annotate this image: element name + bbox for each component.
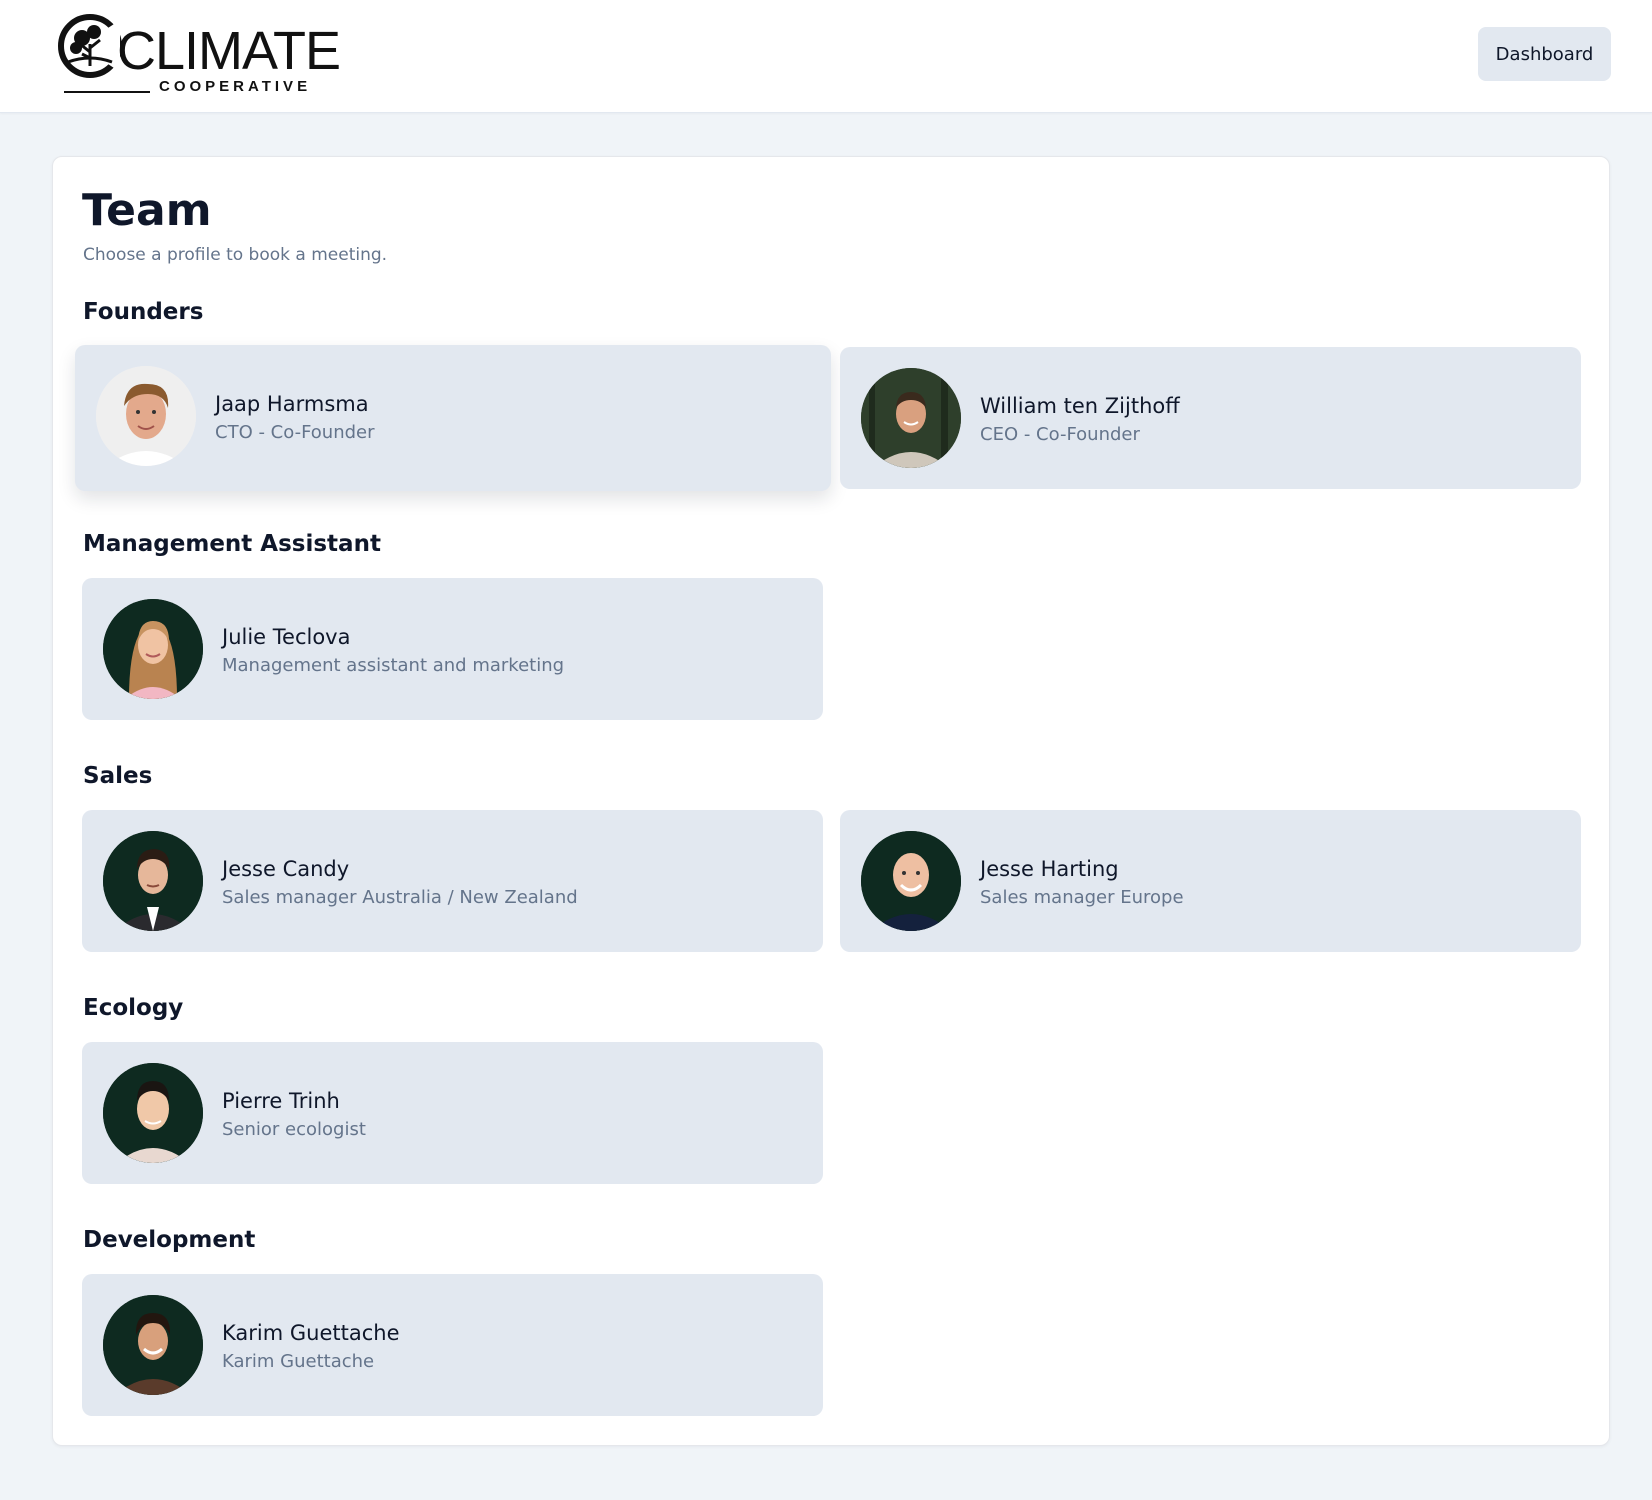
portrait-man-smiling-icon [103, 1063, 203, 1163]
portrait-woman-icon [103, 599, 203, 699]
portrait-man-forest-icon [861, 368, 961, 468]
profile-name: Karim Guettache [222, 1321, 400, 1345]
team-card: Team Choose a profile to book a meeting.… [52, 156, 1610, 1446]
profile-role: Sales manager Europe [980, 887, 1184, 908]
avatar [103, 831, 203, 931]
profile-name: William ten Zijthoff [980, 394, 1180, 418]
avatar [861, 368, 961, 468]
avatar [103, 1295, 203, 1395]
section-title-development: Development [83, 1227, 256, 1253]
profile-card-julie-teclova[interactable]: Julie Teclova Management assistant and m… [82, 578, 823, 720]
profile-role: Senior ecologist [222, 1119, 366, 1140]
logo-subtitle: COOPERATIVE [159, 78, 312, 95]
profile-name: Pierre Trinh [222, 1089, 340, 1113]
profile-card-william-ten-zijthoff[interactable]: William ten Zijthoff CEO - Co-Founder [840, 347, 1581, 489]
dashboard-button[interactable]: Dashboard [1478, 27, 1611, 81]
portrait-man-suit-icon [103, 831, 203, 931]
avatar [96, 366, 196, 466]
profile-card-jaap-harmsma[interactable]: Jaap Harmsma CTO - Co-Founder [75, 345, 831, 491]
section-title-management-assistant: Management Assistant [83, 531, 381, 557]
portrait-man-blond-icon [96, 366, 196, 466]
profile-role: Management assistant and marketing [222, 655, 565, 676]
profile-name: Jaap Harmsma [215, 392, 369, 416]
section-title-ecology: Ecology [83, 995, 184, 1021]
avatar [861, 831, 961, 931]
profile-name: Jesse Candy [222, 857, 350, 881]
page-subtitle: Choose a profile to book a meeting. [83, 245, 388, 265]
portrait-man-bald-icon [861, 831, 961, 931]
logo-wordmark: CLIMATE [117, 21, 341, 81]
tree-circle-logo-icon [58, 14, 122, 78]
climate-cooperative-logo[interactable]: CLIMATE COOPERATIVE [58, 14, 341, 96]
profile-role: CTO - Co-Founder [215, 422, 375, 443]
section-title-sales: Sales [83, 763, 153, 789]
top-bar: CLIMATE COOPERATIVE Dashboard [0, 0, 1652, 113]
profile-card-jesse-harting[interactable]: Jesse Harting Sales manager Europe [840, 810, 1581, 952]
section-title-founders: Founders [83, 299, 204, 325]
profile-card-karim-guettache[interactable]: Karim Guettache Karim Guettache [82, 1274, 823, 1416]
portrait-man-curly-icon [103, 1295, 203, 1395]
profile-role: Sales manager Australia / New Zealand [222, 887, 578, 908]
profile-name: Jesse Harting [980, 857, 1119, 881]
profile-role: Karim Guettache [222, 1351, 375, 1372]
avatar [103, 599, 203, 699]
profile-card-pierre-trinh[interactable]: Pierre Trinh Senior ecologist [82, 1042, 823, 1184]
profile-name: Julie Teclova [222, 625, 351, 649]
logo-underline [64, 91, 150, 93]
avatar [103, 1063, 203, 1163]
page-title: Team [82, 185, 212, 236]
profile-role: CEO - Co-Founder [980, 424, 1140, 445]
profile-card-jesse-candy[interactable]: Jesse Candy Sales manager Australia / Ne… [82, 810, 823, 952]
